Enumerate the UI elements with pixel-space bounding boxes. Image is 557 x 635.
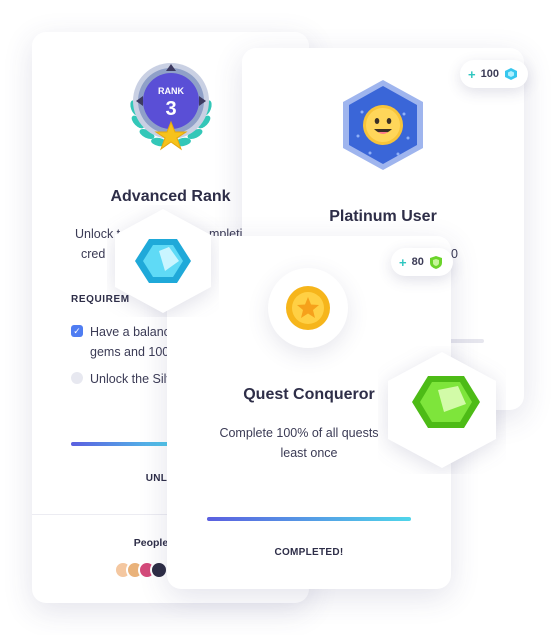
- progress-fill: [207, 517, 411, 521]
- rank-badge-number: 3: [165, 98, 176, 120]
- diamond-currency-icon: [504, 68, 517, 80]
- platinum-reward-pill: + 100: [460, 60, 528, 88]
- gold-star-coin-icon: [286, 286, 330, 330]
- rank-medal-icon: RANK 3: [130, 63, 212, 151]
- platinum-progress: [448, 339, 484, 343]
- avatar[interactable]: [150, 561, 168, 579]
- quest-reward-amount: 80: [411, 256, 424, 268]
- platinum-user-title: Platinum User: [329, 208, 437, 225]
- requirement-line1: Unlock the Silv: [90, 372, 173, 386]
- quest-progress: [207, 517, 411, 521]
- progress-fill: [71, 442, 181, 446]
- requirement-item[interactable]: ✓ Have a balanc gems and 100: [71, 322, 170, 362]
- quest-reward-pill: + 80: [391, 248, 453, 276]
- green-gem-icon: [388, 352, 496, 468]
- requirement-line2: gems and 100: [90, 345, 170, 359]
- platinum-smiley-badge-icon: [343, 80, 423, 170]
- requirement-item[interactable]: Unlock the Silv: [71, 369, 173, 389]
- cyan-gem-icon: [115, 209, 211, 313]
- advanced-rank-desc-line2: cred: [81, 247, 106, 261]
- quest-status: COMPLETED!: [274, 547, 344, 558]
- shield-gem-currency-icon: [429, 255, 442, 269]
- requirement-line1: Have a balanc: [90, 325, 170, 339]
- platinum-reward-amount: 100: [480, 68, 499, 80]
- checkbox-checked[interactable]: ✓: [71, 325, 83, 337]
- plus-icon: +: [468, 66, 476, 82]
- rank-badge-text: RANK: [158, 86, 184, 96]
- plus-icon: +: [399, 254, 407, 270]
- checkbox-unchecked[interactable]: [71, 372, 83, 384]
- coin-container: [268, 268, 348, 348]
